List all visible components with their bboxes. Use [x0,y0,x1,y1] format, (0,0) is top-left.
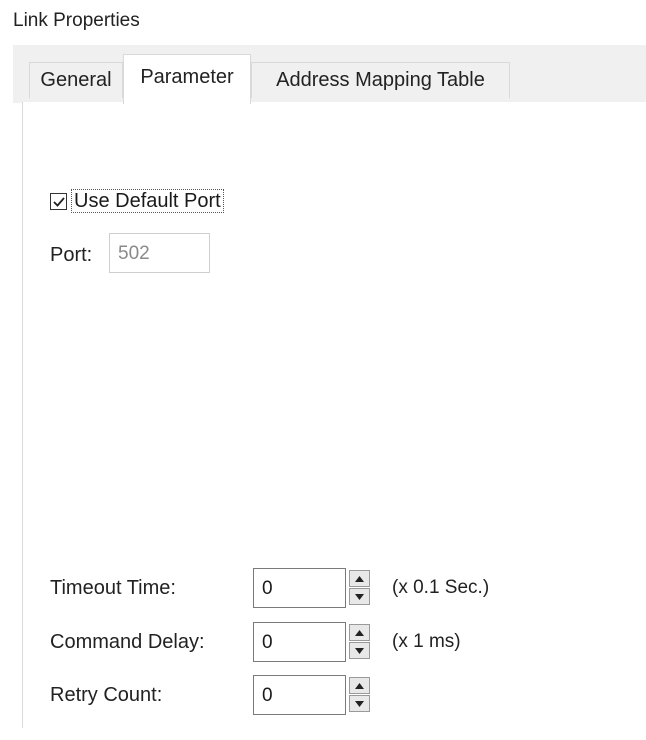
command-delay-spin-down-button[interactable] [349,642,370,659]
tab-address-mapping-table[interactable]: Address Mapping Table [251,62,510,98]
command-delay-spinner[interactable] [346,622,373,662]
retry-count-input[interactable]: 0 [253,675,346,715]
window-title: Link Properties [13,10,140,31]
timeout-time-spinner[interactable] [346,568,373,608]
timeout-spin-up-button[interactable] [349,570,370,587]
arrow-up-icon [355,682,364,689]
port-input[interactable]: 502 [109,233,210,273]
command-delay-spin-up-button[interactable] [349,624,370,641]
timeout-spin-down-button[interactable] [349,588,370,605]
retry-count-label: Retry Count: [50,684,163,706]
check-icon [53,196,65,207]
use-default-port-checkbox[interactable]: Use Default Port [50,188,224,214]
checkbox-box[interactable] [50,192,67,210]
arrow-up-icon [355,575,364,582]
arrow-down-icon [355,593,364,600]
port-label: Port: [50,244,93,266]
command-delay-unit: (x 1 ms) [392,631,461,652]
retry-count-spinner[interactable] [346,675,373,715]
timeout-time-unit: (x 0.1 Sec.) [392,577,490,598]
arrow-down-icon [355,700,364,707]
retry-count-spin-down-button[interactable] [349,695,370,712]
command-delay-input[interactable]: 0 [253,622,346,662]
arrow-up-icon [355,629,364,636]
timeout-time-label: Timeout Time: [50,577,176,599]
retry-count-spin-up-button[interactable] [349,677,370,694]
command-delay-label: Command Delay: [50,631,205,653]
use-default-port-label: Use Default Port [71,189,224,213]
timeout-time-input[interactable]: 0 [253,568,346,608]
arrow-down-icon [355,647,364,654]
tab-general[interactable]: General [29,62,123,98]
tab-parameter[interactable]: Parameter [123,54,251,104]
